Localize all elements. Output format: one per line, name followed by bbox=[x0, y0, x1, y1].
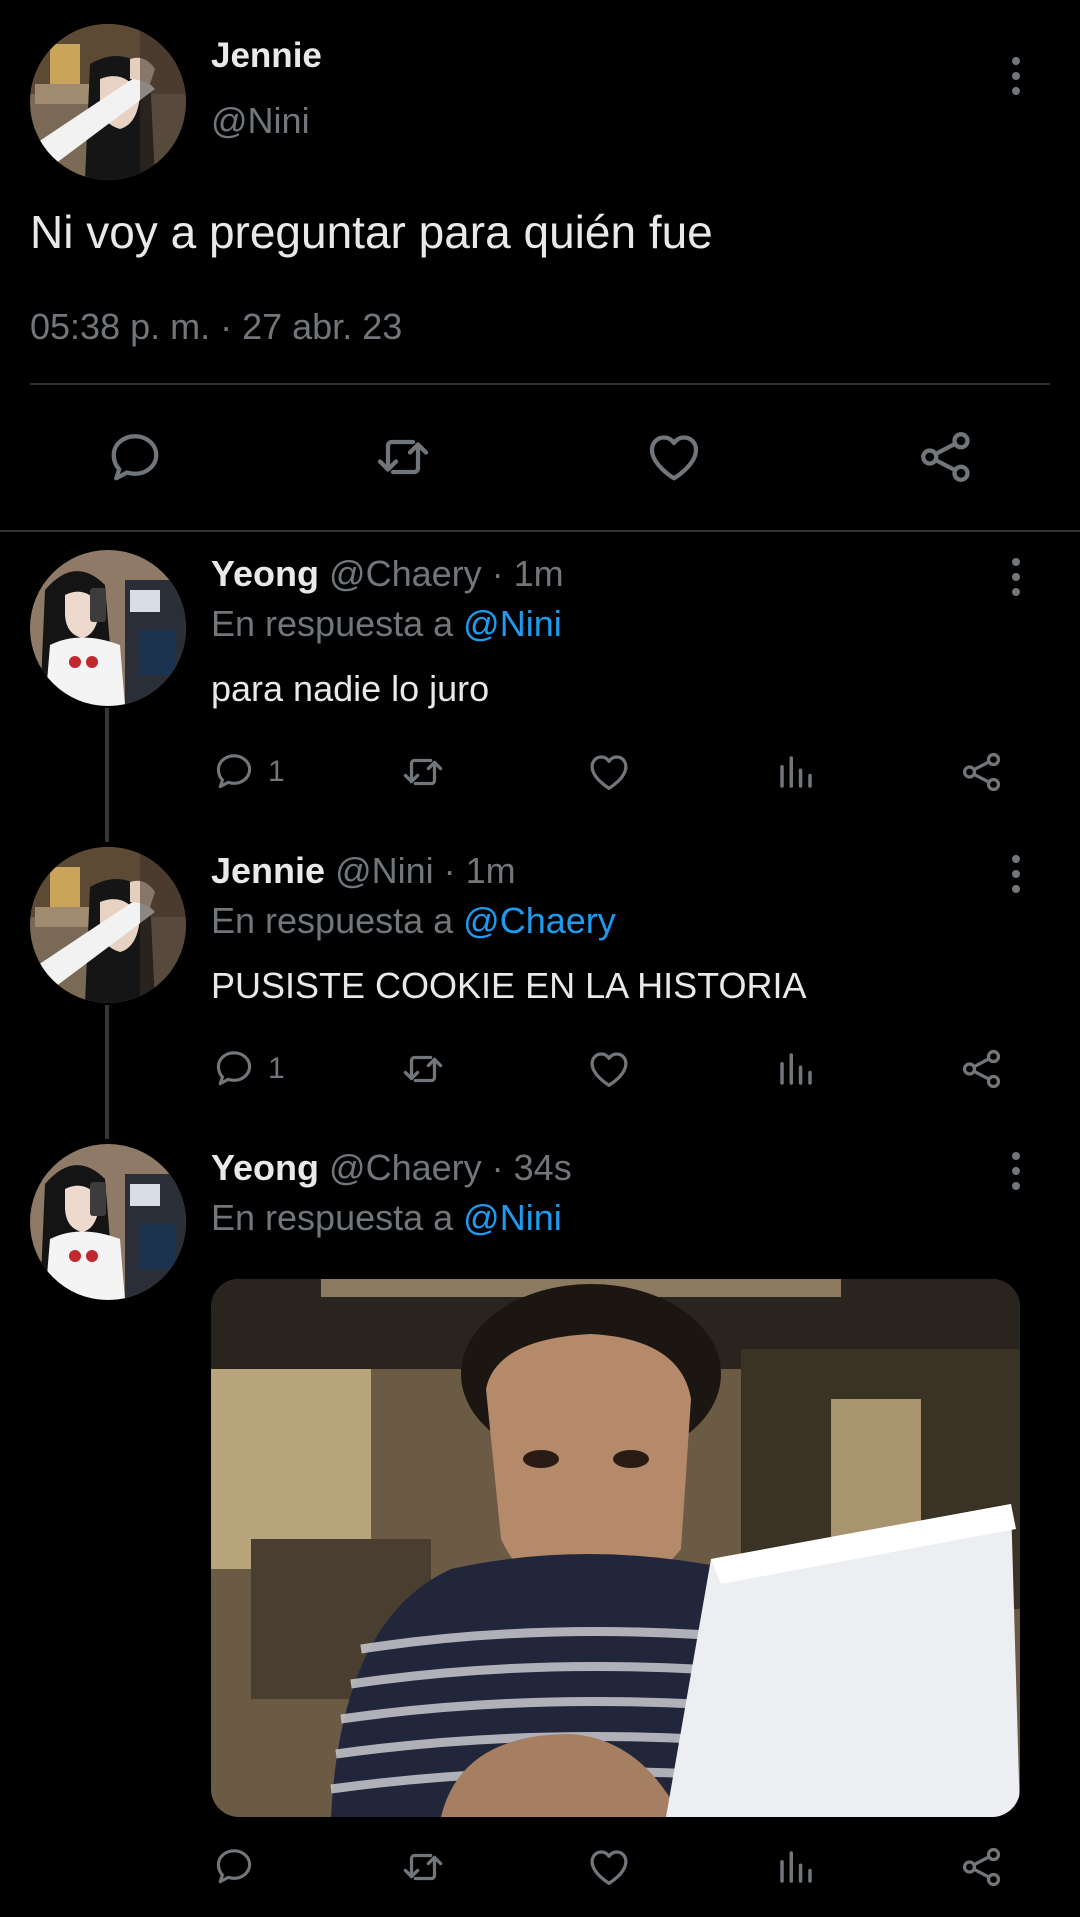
main-tweet-timestamp: 05:38 p. m. · 27 abr. 23 bbox=[30, 306, 403, 347]
reply-mention-link[interactable]: @Nini bbox=[463, 1197, 562, 1238]
reply-context-label: En respuesta a bbox=[211, 900, 464, 941]
share-icon[interactable] bbox=[959, 749, 1005, 795]
stats-icon[interactable] bbox=[775, 1844, 817, 1890]
reply-icon[interactable] bbox=[105, 427, 165, 487]
reply-context-label: En respuesta a bbox=[211, 603, 464, 644]
main-tweet-divider bbox=[30, 383, 1050, 385]
reply-header: Jennie @Nini · 1m bbox=[211, 850, 516, 892]
reply-icon[interactable] bbox=[212, 1844, 256, 1888]
reply-mention-link[interactable]: @Nini bbox=[463, 603, 562, 644]
reply-more-icon[interactable] bbox=[996, 547, 1036, 607]
reply-time: · 1m bbox=[443, 850, 516, 891]
reply-more-icon[interactable] bbox=[996, 1141, 1036, 1201]
reply-handle[interactable]: @Chaery bbox=[329, 1147, 482, 1188]
share-icon[interactable] bbox=[915, 427, 977, 487]
reply-mention-link[interactable]: @Chaery bbox=[463, 900, 616, 941]
like-icon[interactable] bbox=[586, 1844, 632, 1890]
stats-icon[interactable] bbox=[775, 1046, 817, 1092]
like-icon[interactable] bbox=[586, 1046, 632, 1092]
reply-avatar[interactable] bbox=[30, 550, 186, 706]
reply-author-name[interactable]: Jennie bbox=[211, 850, 325, 891]
like-icon[interactable] bbox=[586, 749, 632, 795]
retweet-icon[interactable] bbox=[398, 1046, 448, 1092]
reply-count: 1 bbox=[268, 755, 285, 788]
reply-count: 1 bbox=[268, 1052, 285, 1085]
section-divider bbox=[0, 530, 1080, 532]
reply-context: En respuesta a @Nini bbox=[211, 1197, 562, 1239]
reply-avatar[interactable] bbox=[30, 1144, 186, 1300]
reply-context: En respuesta a @Chaery bbox=[211, 900, 616, 942]
reply-avatar[interactable] bbox=[30, 847, 186, 1003]
reply-text: PUSISTE COOKIE EN LA HISTORIA bbox=[211, 965, 807, 1006]
main-tweet-avatar[interactable] bbox=[30, 24, 186, 180]
stats-icon[interactable] bbox=[775, 749, 817, 795]
retweet-icon[interactable] bbox=[371, 427, 435, 487]
thread-line bbox=[105, 1005, 109, 1139]
share-icon[interactable] bbox=[959, 1844, 1005, 1890]
thread-line bbox=[105, 708, 109, 842]
reply-header: Yeong @Chaery · 34s bbox=[211, 1147, 572, 1189]
main-tweet-text: Ni voy a preguntar para quién fue bbox=[30, 206, 713, 258]
reply-photo[interactable] bbox=[211, 1279, 1020, 1817]
reply-text: para nadie lo juro bbox=[211, 668, 490, 709]
retweet-icon[interactable] bbox=[398, 749, 448, 795]
reply-more-icon[interactable] bbox=[996, 844, 1036, 904]
reply-header: Yeong @Chaery · 1m bbox=[211, 553, 564, 595]
reply-icon[interactable] bbox=[212, 749, 256, 793]
reply-author-name[interactable]: Yeong bbox=[211, 553, 319, 594]
main-tweet-handle[interactable]: @Nini bbox=[211, 100, 310, 142]
like-icon[interactable] bbox=[643, 427, 705, 487]
reply-time: · 34s bbox=[491, 1147, 572, 1188]
reply-handle[interactable]: @Chaery bbox=[329, 553, 482, 594]
reply-icon[interactable] bbox=[212, 1046, 256, 1090]
reply-author-name[interactable]: Yeong bbox=[211, 1147, 319, 1188]
reply-time: · 1m bbox=[491, 553, 564, 594]
share-icon[interactable] bbox=[959, 1046, 1005, 1092]
retweet-icon[interactable] bbox=[398, 1844, 448, 1890]
main-tweet-author-name[interactable]: Jennie bbox=[211, 36, 322, 76]
reply-handle[interactable]: @Nini bbox=[335, 850, 434, 891]
main-tweet-more-icon[interactable] bbox=[996, 46, 1036, 106]
reply-context: En respuesta a @Nini bbox=[211, 603, 562, 645]
reply-context-label: En respuesta a bbox=[211, 1197, 464, 1238]
